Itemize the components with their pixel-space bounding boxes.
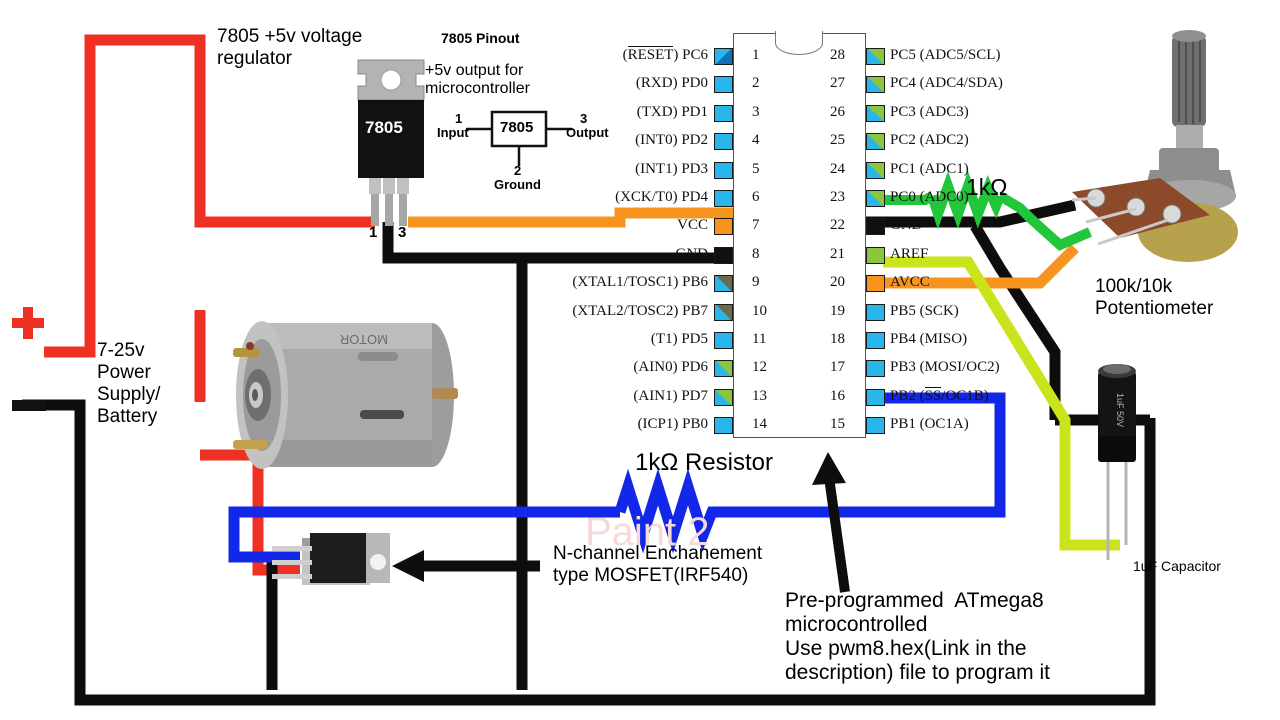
pot-resistor-label: 1kΩ [966,174,1008,200]
mcu-note: Pre-programmed ATmega8 microcontrolled U… [785,589,1050,685]
resistor-note: 1kΩ Resistor [635,449,773,476]
power-supply-note: 7-25v Power Supply/ Battery [97,340,161,427]
potentiometer-note: 100k/10k Potentiometer [1095,276,1214,319]
capacitor-note: 1uF Capacitor [1133,558,1221,574]
regulator-output-note: +5v output for microcontroller [425,62,530,98]
mosfet-note: N-channel Enchanement type MOSFET(IRF540… [553,543,763,586]
electrolytic-capacitor: 1uF 50V [1098,364,1136,560]
svg-text:1uF 50V: 1uF 50V [1115,393,1125,427]
circuit-diagram: 7805 1 3 7805 Pinout 7805 1 Input 3 Outp… [0,0,1280,720]
regulator-note: 7805 +5v voltage regulator [217,26,363,69]
